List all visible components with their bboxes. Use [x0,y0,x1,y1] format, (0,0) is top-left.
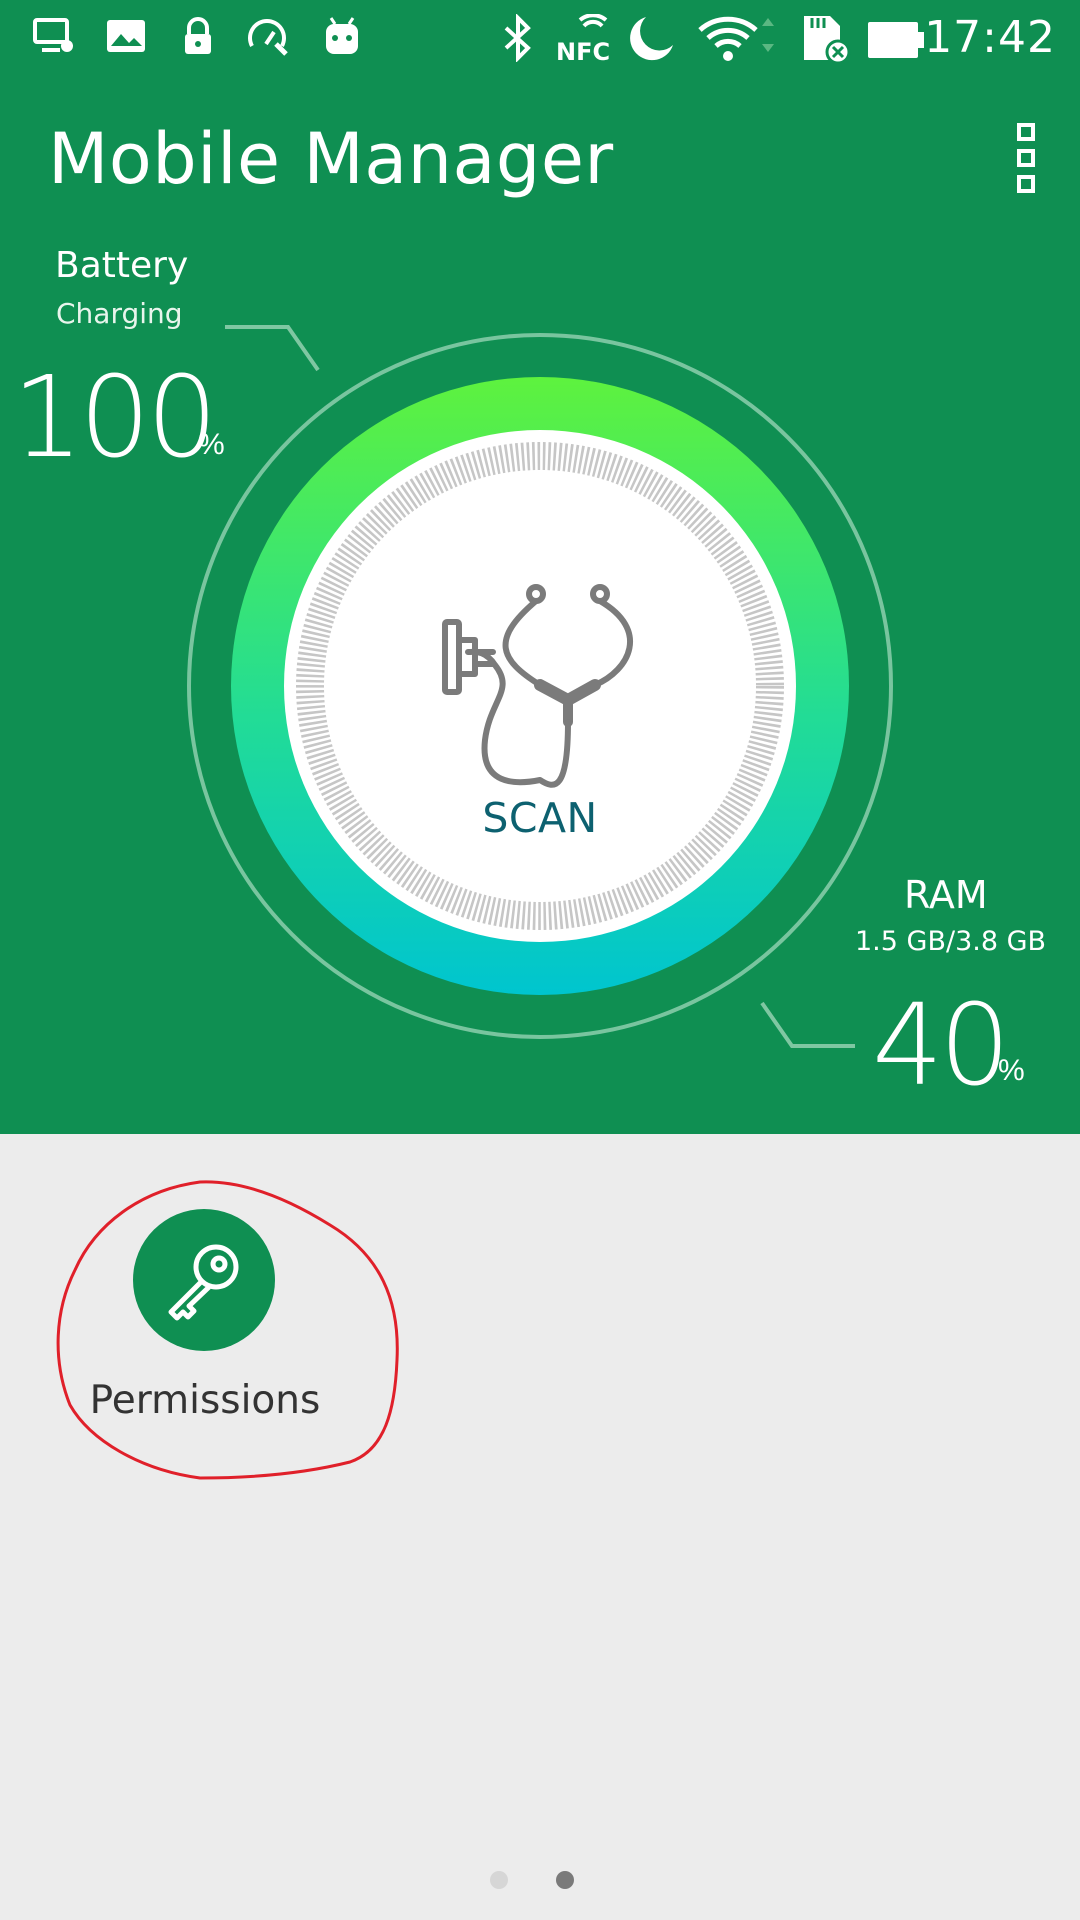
page-dot-2[interactable] [556,1871,574,1889]
key-icon [168,1244,239,1321]
permissions-icon-circle [133,1209,275,1351]
battery-unit: % [198,428,225,461]
page-indicator [490,1871,590,1891]
ram-leader-line [760,1001,855,1048]
ram-value: 40 [872,981,1011,1111]
page-dot-1[interactable] [490,1871,508,1889]
header-panel: NFC 17:42 Mobile Manager SCAN Battery Ch… [0,0,1080,1134]
permissions-tile[interactable]: Permissions [70,1200,340,1440]
ram-usage: 1.5 GB/3.8 GB [855,926,1047,957]
battery-leader-line [225,325,320,372]
battery-value: 100 [12,353,218,483]
battery-status: Charging [56,297,183,330]
permissions-label: Permissions [89,1378,321,1423]
ram-unit: % [998,1054,1025,1087]
ram-label: RAM [904,873,988,917]
scan-gauge [187,325,893,1048]
scan-button[interactable] [284,430,796,942]
battery-label: Battery [55,245,189,286]
